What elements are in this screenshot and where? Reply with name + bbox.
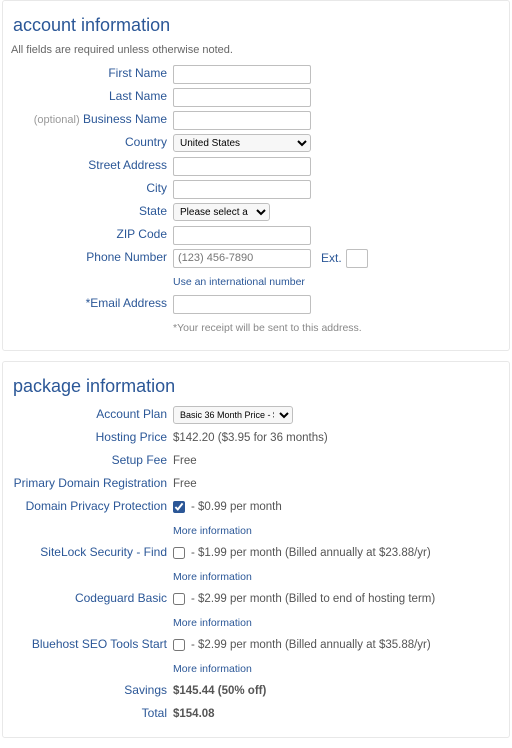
seo-more-info-link[interactable]: More information [173,663,252,675]
label-phone: Phone Number [11,250,173,266]
label-privacy: Domain Privacy Protection [11,499,173,515]
label-codeguard: Codeguard Basic [11,591,173,607]
value-primary-domain: Free [173,478,501,490]
codeguard-checkbox[interactable] [173,593,185,605]
label-state: State [11,204,173,220]
intl-number-link[interactable]: Use an international number [173,276,305,288]
row-email-hint: *Your receipt will be sent to this addre… [11,317,501,337]
state-select[interactable]: Please select a state [173,203,270,221]
value-hosting-price: $142.20 ($3.95 for 36 months) [173,432,501,444]
email-input[interactable] [173,295,311,314]
row-seo-info: More information [11,658,501,678]
label-zip: ZIP Code [11,227,173,243]
row-sitelock-info: More information [11,566,501,586]
label-last-name: Last Name [11,89,173,105]
row-hosting-price: Hosting Price $142.20 ($3.95 for 36 mont… [11,428,501,448]
row-codeguard-info: More information [11,612,501,632]
label-sitelock: SiteLock Security - Find [11,545,173,561]
label-first-name: First Name [11,66,173,82]
value-seo: - $2.99 per month (Billed annually at $3… [191,639,431,651]
receipt-note: *Your receipt will be sent to this addre… [173,322,362,334]
label-total: Total [11,706,173,722]
label-street: Street Address [11,158,173,174]
privacy-more-info-link[interactable]: More information [173,525,252,537]
row-privacy: Domain Privacy Protection - $0.99 per mo… [11,497,501,517]
row-state: State Please select a state [11,202,501,222]
business-name-input[interactable] [173,111,311,130]
package-information-section: package information Account Plan Basic 3… [2,361,510,738]
label-city: City [11,181,173,197]
required-note: All fields are required unless otherwise… [11,44,501,56]
zip-input[interactable] [173,226,311,245]
ext-input[interactable] [346,249,368,268]
row-email: *Email Address [11,294,501,314]
label-savings: Savings [11,683,173,699]
label-country: Country [11,135,173,151]
row-seo: Bluehost SEO Tools Start - $2.99 per mon… [11,635,501,655]
value-setup-fee: Free [173,455,501,467]
label-seo: Bluehost SEO Tools Start [11,637,173,653]
row-codeguard: Codeguard Basic - $2.99 per month (Bille… [11,589,501,609]
optional-tag: (optional) [34,114,80,126]
row-plan: Account Plan Basic 36 Month Price - $3.9… [11,405,501,425]
row-sitelock: SiteLock Security - Find - $1.99 per mon… [11,543,501,563]
seo-checkbox[interactable] [173,639,185,651]
row-phone: Phone Number Ext. [11,248,501,268]
label-plan: Account Plan [11,407,173,423]
row-first-name: First Name [11,64,501,84]
first-name-input[interactable] [173,65,311,84]
row-street: Street Address [11,156,501,176]
codeguard-more-info-link[interactable]: More information [173,617,252,629]
value-privacy: - $0.99 per month [191,501,282,513]
label-hosting-price: Hosting Price [11,430,173,446]
sitelock-more-info-link[interactable]: More information [173,571,252,583]
value-total: $154.08 [173,708,501,720]
account-information-section: account information All fields are requi… [2,0,510,351]
package-heading: package information [11,376,501,397]
label-ext: Ext. [321,251,342,265]
last-name-input[interactable] [173,88,311,107]
row-business-name: (optional) Business Name [11,110,501,130]
value-sitelock: - $1.99 per month (Billed annually at $2… [191,547,431,559]
city-input[interactable] [173,180,311,199]
row-last-name: Last Name [11,87,501,107]
row-savings: Savings $145.44 (50% off) [11,681,501,701]
country-select[interactable]: United States [173,134,311,152]
label-primary-domain: Primary Domain Registration [11,476,173,492]
label-email: *Email Address [11,296,173,312]
sitelock-checkbox[interactable] [173,547,185,559]
street-input[interactable] [173,157,311,176]
row-setup-fee: Setup Fee Free [11,451,501,471]
row-primary-domain: Primary Domain Registration Free [11,474,501,494]
row-zip: ZIP Code [11,225,501,245]
row-city: City [11,179,501,199]
row-total: Total $154.08 [11,704,501,724]
value-savings: $145.44 (50% off) [173,685,501,697]
privacy-checkbox[interactable] [173,501,185,513]
label-setup-fee: Setup Fee [11,453,173,469]
account-heading: account information [11,15,501,36]
label-business-name: (optional) Business Name [11,112,173,128]
row-privacy-info: More information [11,520,501,540]
row-country: Country United States [11,133,501,153]
plan-select[interactable]: Basic 36 Month Price - $3.95/mo. [173,406,293,424]
phone-input[interactable] [173,249,311,268]
row-phone-hint: Use an international number [11,271,501,291]
value-codeguard: - $2.99 per month (Billed to end of host… [191,593,435,605]
